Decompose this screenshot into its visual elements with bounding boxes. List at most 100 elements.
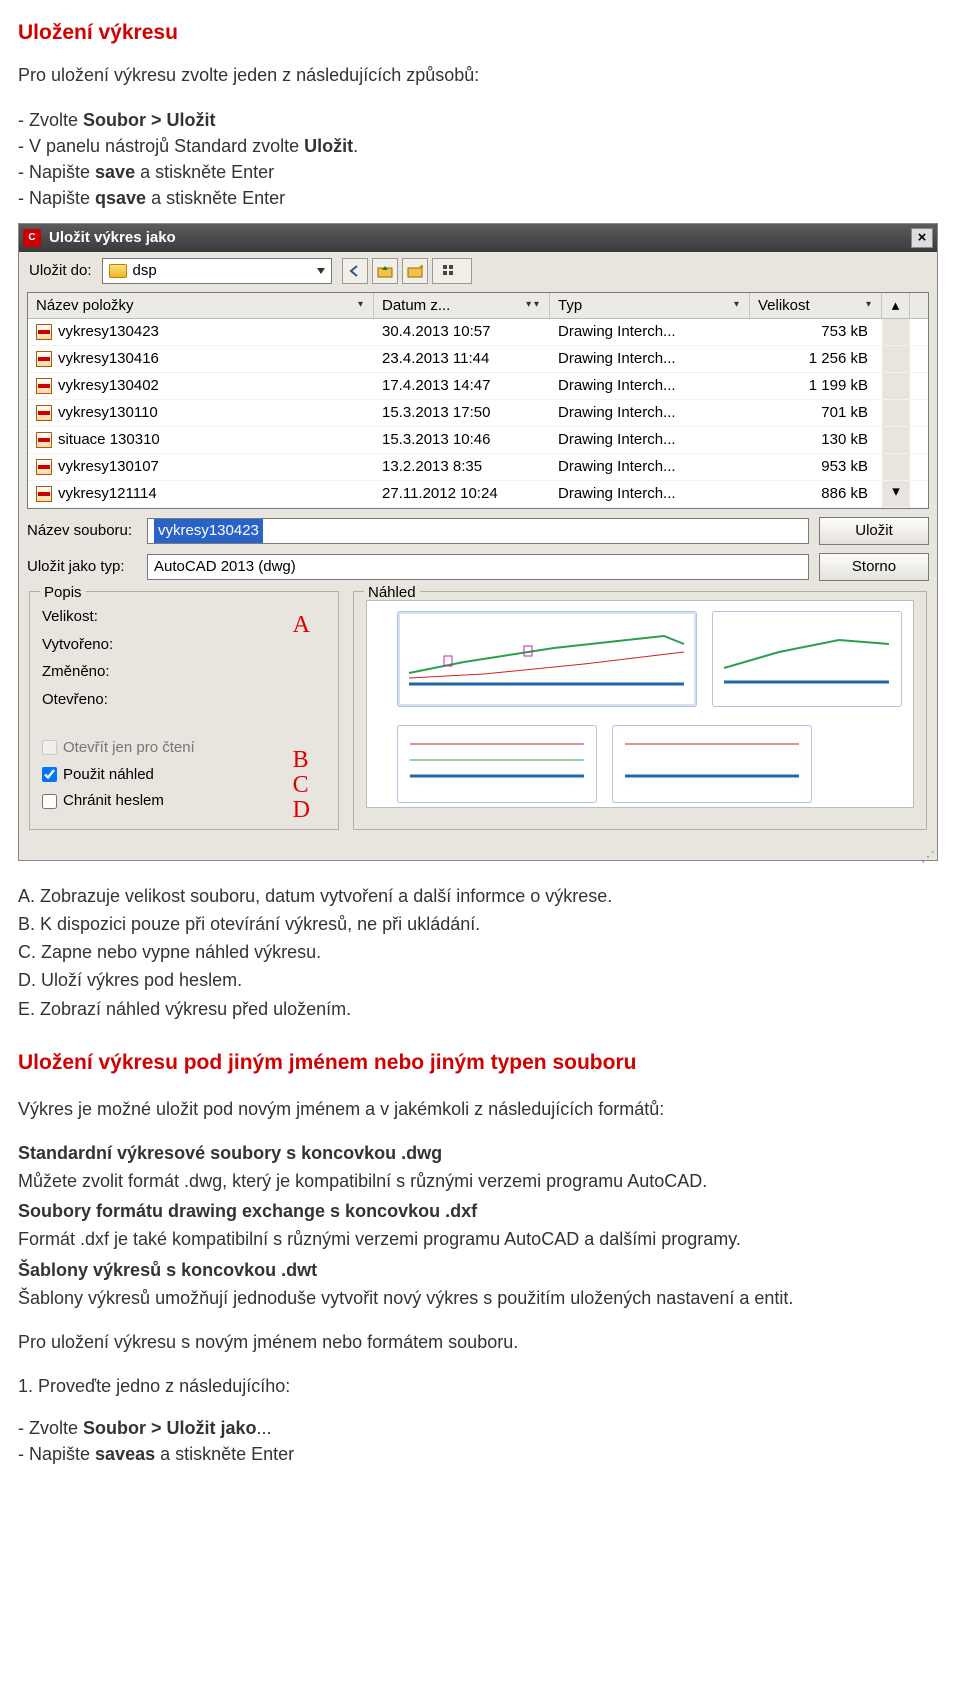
file-row[interactable]: vykresy130423 30.4.2013 10:57 Drawing In… — [28, 319, 928, 346]
txt: - Napište — [18, 188, 95, 208]
filetype-dropdown[interactable]: AutoCAD 2013 (dwg) — [147, 554, 809, 580]
app-icon: C — [23, 229, 41, 247]
preview-thumbnail[interactable] — [397, 611, 697, 707]
txt: . — [353, 136, 358, 156]
preview-thumbnail[interactable] — [712, 611, 902, 707]
file-row[interactable]: vykresy130110 15.3.2013 17:50 Drawing In… — [28, 400, 928, 427]
file-name: vykresy121114 — [58, 483, 157, 505]
checkbox-icon — [42, 767, 57, 782]
txt: ... — [257, 1418, 272, 1438]
file-type: Drawing Interch... — [550, 429, 750, 451]
checkbox-icon — [42, 740, 57, 755]
col-name[interactable]: Název položky▾ — [28, 293, 374, 318]
view-mode-dropdown[interactable] — [432, 258, 472, 284]
file-date: 30.4.2013 10:57 — [374, 321, 550, 343]
paragraph: Šablony výkresů umožňují jednoduše vytvo… — [18, 1285, 942, 1311]
list-header: Název položky▾ Datum z...▾ ▾ Typ▾ Veliko… — [28, 293, 928, 319]
up-folder-button[interactable] — [372, 258, 398, 284]
svg-text:✦: ✦ — [418, 264, 423, 272]
txt: a stiskněte Enter — [155, 1444, 294, 1464]
desc-opened-label: Otevřeno: — [42, 689, 326, 711]
file-type: Drawing Interch... — [550, 348, 750, 370]
file-row[interactable]: situace 130310 15.3.2013 10:46 Drawing I… — [28, 427, 928, 454]
readonly-checkbox[interactable]: Otevřít jen pro čtení — [42, 737, 326, 759]
txt: - Napište — [18, 1444, 95, 1464]
step-1: 1. Proveďte jedno z následujícího: — [18, 1373, 942, 1399]
paragraph: Formát .dxf je také kompatibilní s různý… — [18, 1226, 942, 1252]
file-icon — [36, 324, 52, 340]
file-type: Drawing Interch... — [550, 402, 750, 424]
scrollbar-track[interactable] — [882, 346, 910, 372]
scrollbar-track[interactable] — [882, 373, 910, 399]
file-row[interactable]: vykresy130402 17.4.2013 14:47 Drawing In… — [28, 373, 928, 400]
file-name: vykresy130416 — [58, 348, 159, 370]
col-date[interactable]: Datum z...▾ ▾ — [374, 293, 550, 318]
legend-c: C. Zapne nebo vypne náhled výkresu. — [18, 939, 942, 965]
format-dwt: Šablony výkresů s koncovkou .dwt Šablony… — [18, 1257, 942, 1311]
file-date: 13.2.2013 8:35 — [374, 456, 550, 478]
col-size[interactable]: Velikost▾ — [750, 293, 882, 318]
heading-save-drawing: Uložení výkresu — [18, 18, 942, 48]
description-panel: Popis Velikost: Vytvořeno: Změněno: Otev… — [29, 591, 339, 830]
file-date: 27.11.2012 10:24 — [374, 483, 550, 505]
chevron-down-icon — [317, 268, 325, 274]
dialog-titlebar: C Uložit výkres jako × — [19, 224, 937, 252]
resize-grip[interactable]: ⋰ — [19, 844, 937, 860]
preview-panel: Náhled E — [353, 591, 927, 830]
folder-dropdown[interactable]: dsp — [102, 258, 332, 284]
command-name: save — [95, 162, 135, 182]
scrollbar-track[interactable] — [882, 400, 910, 426]
nav-back-button[interactable] — [342, 258, 368, 284]
preview-thumbnail[interactable] — [612, 725, 812, 803]
format-dwg: Standardní výkresové soubory s koncovkou… — [18, 1140, 942, 1194]
use-thumb-checkbox[interactable]: Použit náhled — [42, 764, 326, 786]
txt: a stiskněte Enter — [146, 188, 285, 208]
legend-b: B. K dispozici pouze při otevírání výkre… — [18, 911, 942, 937]
save-in-label: Uložit do: — [29, 260, 92, 282]
scrollbar-track[interactable] — [882, 319, 910, 345]
file-size: 886 kB — [750, 483, 882, 505]
file-name: vykresy130423 — [58, 321, 159, 343]
folder-name: dsp — [133, 260, 157, 282]
file-type: Drawing Interch... — [550, 321, 750, 343]
menu-path: Soubor > Uložit — [83, 110, 216, 130]
cancel-button[interactable]: Storno — [819, 553, 929, 581]
file-name: vykresy130402 — [58, 375, 159, 397]
file-size: 701 kB — [750, 402, 882, 424]
file-size: 1 256 kB — [750, 348, 882, 370]
txt: - Zvolte — [18, 110, 83, 130]
desc-modified-label: Změněno: — [42, 661, 326, 683]
subheading: Šablony výkresů s koncovkou .dwt — [18, 1257, 942, 1283]
annotation-legend: A. Zobrazuje velikost souboru, datum vyt… — [18, 883, 942, 1021]
menu-path: Soubor > Uložit jako — [83, 1418, 257, 1438]
annotation-c: C — [293, 773, 310, 798]
command-name: qsave — [95, 188, 146, 208]
desc-size-label: Velikost: — [42, 606, 326, 628]
file-row[interactable]: vykresy121114 27.11.2012 10:24 Drawing I… — [28, 481, 928, 508]
filetype-label: Uložit jako typ: — [27, 556, 137, 578]
close-button[interactable]: × — [911, 228, 933, 248]
scroll-up-button[interactable]: ▴ — [882, 293, 910, 318]
new-folder-button[interactable]: ✦ — [402, 258, 428, 284]
scrollbar-track[interactable] — [882, 454, 910, 480]
format-dxf: Soubory formátu drawing exchange s konco… — [18, 1198, 942, 1252]
intro-paragraph: Pro uložení výkresu zvolte jeden z násle… — [18, 62, 942, 88]
filename-input[interactable]: vykresy130423 — [147, 518, 809, 544]
file-type: Drawing Interch... — [550, 375, 750, 397]
filename-row-area: Název souboru: vykresy130423 Uložit Ulož… — [19, 509, 937, 591]
annotation-d: D — [293, 798, 310, 823]
file-date: 15.3.2013 10:46 — [374, 429, 550, 451]
scrollbar-track[interactable] — [882, 427, 910, 453]
dialog-toolbar: Uložit do: dsp ✦ — [19, 252, 937, 292]
file-row[interactable]: vykresy130416 23.4.2013 11:44 Drawing In… — [28, 346, 928, 373]
col-type[interactable]: Typ▾ — [550, 293, 750, 318]
protect-password-checkbox[interactable]: Chránit heslem — [42, 790, 326, 812]
folder-icon — [109, 264, 127, 278]
file-size: 753 kB — [750, 321, 882, 343]
file-name: vykresy130110 — [58, 402, 158, 424]
preview-thumbnail[interactable] — [397, 725, 597, 803]
save-button[interactable]: Uložit — [819, 517, 929, 545]
scroll-down-button[interactable]: ▾ — [882, 481, 910, 507]
file-row[interactable]: vykresy130107 13.2.2013 8:35 Drawing Int… — [28, 454, 928, 481]
heading-save-as: Uložení výkresu pod jiným jménem nebo ji… — [18, 1048, 942, 1078]
